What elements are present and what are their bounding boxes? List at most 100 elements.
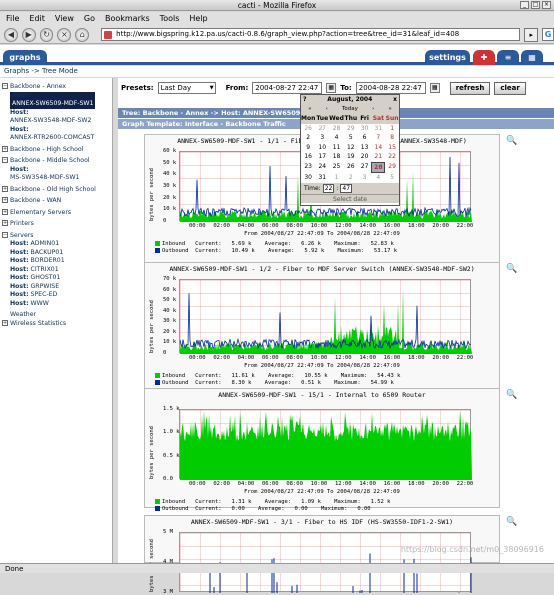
- url-input[interactable]: http://www.bigspring.k12.pa.us/cacti-0.8…: [101, 28, 521, 41]
- calendar-day[interactable]: 14: [371, 143, 385, 153]
- expand-icon[interactable]: +: [2, 197, 8, 203]
- calendar-day[interactable]: 30: [301, 173, 315, 183]
- calendar-day[interactable]: 6: [358, 133, 372, 143]
- hour-field[interactable]: 22: [322, 183, 335, 193]
- calendar-day[interactable]: 15: [385, 143, 399, 153]
- maximize-icon[interactable]: □: [531, 1, 540, 9]
- expand-icon[interactable]: +: [2, 185, 8, 192]
- calendar-day[interactable]: 21: [371, 152, 385, 162]
- collapse-icon[interactable]: −: [2, 157, 8, 163]
- calendar-nav-button[interactable]: »: [388, 105, 391, 114]
- calendar-day[interactable]: 11: [329, 143, 344, 153]
- list-view-icon[interactable]: ≡: [497, 50, 519, 65]
- sidebar-item[interactable]: + Backbone - WAN: [0, 197, 112, 206]
- calendar-day[interactable]: 4: [329, 133, 344, 143]
- calendar-help-icon[interactable]: ?: [303, 95, 306, 105]
- forward-icon[interactable]: ▶: [21, 27, 36, 42]
- sidebar-item[interactable]: − Backbone - Middle School: [0, 157, 112, 166]
- expand-icon[interactable]: +: [2, 145, 8, 152]
- sidebar-item[interactable]: Host: SPEC-ED: [0, 291, 112, 300]
- collapse-icon[interactable]: −: [2, 83, 8, 89]
- zoom-graph-icon[interactable]: 🔍: [506, 264, 517, 274]
- calendar-day[interactable]: 1: [329, 173, 344, 183]
- sidebar-item[interactable]: − Servers: [0, 231, 112, 241]
- preview-view-icon[interactable]: ▦: [521, 50, 543, 65]
- minute-field[interactable]: 47: [340, 183, 353, 193]
- sidebar-item[interactable]: Host: GRPWISE: [0, 283, 112, 292]
- calendar-day[interactable]: 26: [301, 124, 315, 134]
- menu-file[interactable]: File: [6, 12, 19, 26]
- menu-help[interactable]: Help: [189, 12, 207, 26]
- calendar-day[interactable]: 24: [315, 162, 329, 174]
- calendar-day[interactable]: 1: [385, 124, 399, 134]
- calendar-day[interactable]: 25: [329, 162, 344, 174]
- sidebar-item[interactable]: + Wireless Statistics: [0, 319, 112, 329]
- calendar-day[interactable]: 16: [301, 152, 315, 162]
- calendar-day[interactable]: 31: [371, 124, 385, 134]
- back-icon[interactable]: ◀: [4, 27, 18, 42]
- sidebar-item[interactable]: Host: ADMIN01: [0, 240, 112, 249]
- stop-icon[interactable]: ×: [57, 27, 72, 42]
- calendar-day[interactable]: 27: [315, 124, 329, 134]
- calendar-nav-button[interactable]: Today: [342, 105, 358, 114]
- preset-select[interactable]: Last Day: [157, 82, 216, 94]
- calendar-nav-button[interactable]: ‹: [326, 105, 328, 114]
- calendar-day[interactable]: 12: [344, 143, 358, 153]
- reload-icon[interactable]: ↻: [39, 27, 54, 42]
- calendar-day[interactable]: 27: [358, 162, 372, 174]
- minimize-icon[interactable]: _: [520, 1, 529, 9]
- sidebar-item[interactable]: + Backbone - Old High School: [0, 185, 112, 195]
- sidebar-item[interactable]: Host: BACKUP01: [0, 249, 112, 258]
- sidebar-item[interactable]: + Printers: [0, 220, 112, 229]
- calendar-day[interactable]: 28: [329, 124, 344, 134]
- expand-icon[interactable]: +: [2, 208, 8, 215]
- calendar-nav-button[interactable]: ›: [372, 105, 374, 114]
- calendar-day[interactable]: 26: [344, 162, 358, 174]
- rrd-graph[interactable]: ANNEX-SW6509-MDF-SW1 - 1/2 - Fiber to MD…: [144, 262, 500, 390]
- calendar-day[interactable]: 8: [385, 133, 399, 143]
- calendar-day[interactable]: 18: [329, 152, 344, 162]
- go-icon[interactable]: ▸: [524, 27, 539, 42]
- calendar-day[interactable]: 20: [358, 152, 372, 162]
- google-search-icon[interactable]: G: [542, 28, 554, 41]
- calendar-day[interactable]: 7: [371, 133, 385, 143]
- to-calendar-icon[interactable]: ▦: [429, 83, 440, 93]
- from-date-input[interactable]: 2004-08-27 22:47: [252, 82, 323, 94]
- menu-go[interactable]: Go: [84, 12, 95, 26]
- tree-view-icon[interactable]: ✚: [473, 50, 495, 65]
- sidebar-item[interactable]: Host: BORDER01: [0, 257, 112, 266]
- menu-edit[interactable]: Edit: [29, 12, 45, 26]
- expand-icon[interactable]: +: [2, 220, 8, 226]
- calendar-day[interactable]: 19: [344, 152, 358, 162]
- calendar-day[interactable]: 4: [371, 173, 385, 183]
- collapse-icon[interactable]: −: [2, 231, 8, 238]
- sidebar-item[interactable]: Host: ANNEX-SW6509-MDF-SW1: [0, 91, 112, 109]
- sidebar-item[interactable]: Host: CITRIX01: [0, 266, 112, 275]
- calendar-day[interactable]: 30: [358, 124, 372, 134]
- refresh-button[interactable]: refresh: [449, 81, 491, 95]
- sidebar-item[interactable]: − Backbone - Annex: [0, 83, 112, 92]
- sidebar-item[interactable]: + Backbone - High School: [0, 145, 112, 155]
- to-date-input[interactable]: 2004-08-28 22:47: [355, 82, 426, 94]
- sidebar-item[interactable]: + Elementary Servers: [0, 208, 112, 218]
- zoom-graph-icon[interactable]: 🔍: [506, 136, 517, 146]
- calendar-day[interactable]: 5: [344, 133, 358, 143]
- sidebar-item[interactable]: Weather: [0, 311, 112, 320]
- calendar-day[interactable]: 2: [301, 133, 315, 143]
- calendar-day[interactable]: 22: [385, 152, 399, 162]
- tab-graphs[interactable]: graphs: [3, 50, 47, 65]
- calendar-day[interactable]: 5: [385, 173, 399, 183]
- clear-button[interactable]: clear: [494, 81, 526, 95]
- calendar-day[interactable]: 17: [315, 152, 329, 162]
- calendar-day[interactable]: 29: [344, 124, 358, 134]
- calendar-day[interactable]: 13: [358, 143, 372, 153]
- rrd-graph[interactable]: ANNEX-SW6509-MDF-SW1 - 3/1 - Fiber to HS…: [144, 515, 500, 595]
- menu-tools[interactable]: Tools: [160, 12, 180, 26]
- calendar-day[interactable]: 31: [315, 173, 329, 183]
- sidebar-item[interactable]: Host: MS-SW3548-MDF-SW1: [0, 166, 112, 183]
- calendar-day[interactable]: 9: [301, 143, 315, 153]
- home-icon[interactable]: ⌂: [75, 27, 90, 42]
- sidebar-item[interactable]: Host: WWW: [0, 300, 112, 309]
- calendar-day[interactable]: 28: [371, 161, 386, 173]
- calendar-day[interactable]: 10: [315, 143, 329, 153]
